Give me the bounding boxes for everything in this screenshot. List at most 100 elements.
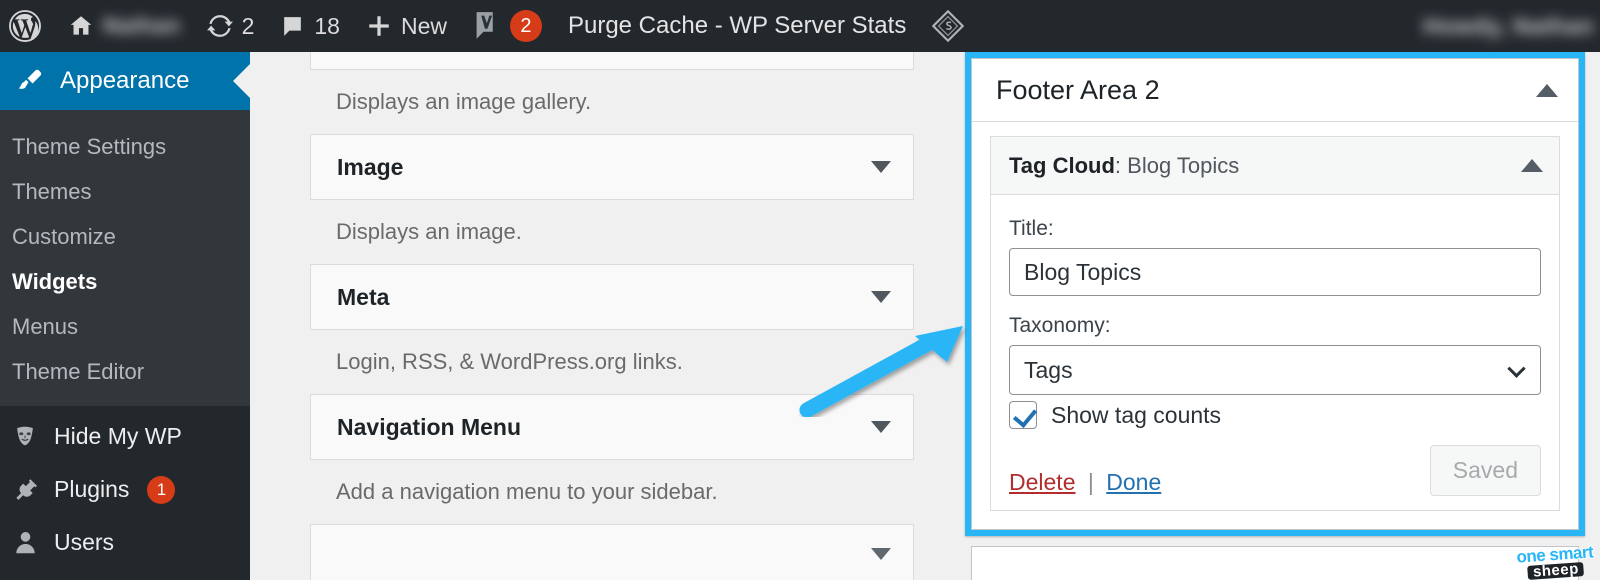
adminbar-wp-logo[interactable] bbox=[0, 0, 55, 52]
sidebar-item-plugins[interactable]: Plugins 1 bbox=[0, 463, 250, 516]
user-icon bbox=[10, 528, 40, 558]
adminbar-comments[interactable]: 18 bbox=[267, 0, 353, 52]
appearance-submenu: Theme Settings Themes Customize Widgets … bbox=[0, 110, 250, 406]
yoast-count-badge: 2 bbox=[509, 10, 542, 42]
plus-icon bbox=[369, 16, 389, 36]
adminbar-updates[interactable]: 2 bbox=[194, 0, 268, 52]
submenu-label: Customize bbox=[12, 223, 116, 249]
sidebar-label: Users bbox=[54, 529, 115, 555]
refresh-icon bbox=[206, 15, 233, 37]
sidebar-lower-menu: Hide My WP Plugins 1 Users bbox=[0, 406, 250, 569]
anonymous-mask-icon bbox=[10, 422, 40, 452]
sidebar-item-widgets[interactable]: Widgets bbox=[0, 259, 250, 304]
widget-description: Add a navigation menu to your sidebar. bbox=[336, 479, 718, 504]
widget-description: Displays an image. bbox=[336, 219, 522, 244]
widget-box-image[interactable]: Image bbox=[310, 134, 914, 200]
sidebar-appearance-label: Appearance bbox=[60, 67, 190, 94]
widget-settings-form: Title: Taxonomy: Tags Show tag bbox=[991, 195, 1559, 510]
available-widgets-column: Displays an image gallery. Image Display… bbox=[250, 52, 960, 580]
sidebar-active-notch bbox=[233, 64, 250, 98]
chevron-down-icon[interactable] bbox=[871, 548, 891, 560]
widget-card-tag-cloud: Tag Cloud: Blog Topics Title: Taxonomy: … bbox=[990, 136, 1560, 511]
sidebar-item-theme-settings[interactable]: Theme Settings bbox=[0, 124, 250, 169]
adminbar-yoast[interactable]: 2 bbox=[460, 0, 555, 52]
link-separator: | bbox=[1087, 469, 1094, 495]
widget-title: Image bbox=[337, 153, 404, 180]
submenu-label: Themes bbox=[12, 178, 92, 204]
paintbrush-icon bbox=[18, 69, 42, 89]
taxonomy-selected-value: Tags bbox=[1024, 356, 1073, 383]
wordpress-logo-icon bbox=[9, 10, 41, 42]
admin-bar: Nathan 2 18 New 2 Purge Cache - WP Serve… bbox=[0, 0, 1600, 52]
sidebar-item-users[interactable]: Users bbox=[0, 516, 250, 569]
save-button[interactable]: Saved bbox=[1429, 445, 1541, 496]
watermark: one smart sheep bbox=[1515, 541, 1595, 580]
taxonomy-select-wrapper[interactable]: Tags bbox=[1009, 345, 1541, 395]
widget-card-label: Tag Cloud: Blog Topics bbox=[1009, 153, 1239, 179]
submenu-label: Theme Editor bbox=[12, 358, 145, 384]
sidebar-item-menus[interactable]: Menus bbox=[0, 304, 250, 349]
purge-cache-label: Purge Cache - WP Server Stats bbox=[567, 12, 907, 39]
panel-header[interactable]: Footer Area 2 bbox=[972, 59, 1578, 122]
footer-area-2-panel: Footer Area 2 Tag Cloud: Blog Topics Tit… bbox=[971, 58, 1579, 530]
triangle-up-icon[interactable] bbox=[1521, 159, 1543, 172]
delete-link[interactable]: Delete bbox=[1009, 469, 1075, 495]
adminbar-security[interactable] bbox=[919, 0, 977, 52]
widget-footer-links: Delete | Done bbox=[1009, 469, 1161, 496]
widget-card-header[interactable]: Tag Cloud: Blog Topics bbox=[991, 137, 1559, 195]
adminbar-site-name[interactable]: Nathan bbox=[55, 0, 194, 52]
sucuri-diamond-icon bbox=[932, 10, 965, 42]
chevron-down-icon[interactable] bbox=[871, 161, 891, 173]
taxonomy-select[interactable]: Tags bbox=[1009, 345, 1541, 395]
widget-box-partial-next[interactable] bbox=[310, 524, 914, 580]
sidebar-item-customize[interactable]: Customize bbox=[0, 214, 250, 259]
widget-description: Displays an image gallery. bbox=[336, 89, 592, 114]
sidebar-panel-partial-below[interactable] bbox=[971, 546, 1579, 580]
sidebar-label: Plugins bbox=[54, 476, 130, 502]
show-tag-counts-checkbox[interactable] bbox=[1009, 401, 1037, 429]
widget-type-label: Tag Cloud bbox=[1009, 152, 1115, 178]
updates-count: 2 bbox=[241, 12, 255, 39]
sidebars-column: Footer Area 2 Tag Cloud: Blog Topics Tit… bbox=[960, 52, 1600, 580]
submenu-label: Widgets bbox=[12, 268, 98, 294]
new-label: New bbox=[400, 12, 447, 39]
widget-box-partial-gallery[interactable] bbox=[310, 52, 914, 70]
submenu-label: Theme Settings bbox=[12, 133, 167, 159]
site-name-blurred: Nathan bbox=[103, 13, 181, 38]
comment-bubble-icon bbox=[284, 16, 302, 36]
widget-box-meta[interactable]: Meta bbox=[310, 264, 914, 330]
title-input[interactable] bbox=[1009, 248, 1541, 296]
done-link[interactable]: Done bbox=[1106, 469, 1161, 495]
show-tag-counts-row[interactable]: Show tag counts bbox=[1009, 401, 1541, 429]
widget-title: Navigation Menu bbox=[337, 413, 522, 440]
widget-label-separator: : bbox=[1114, 152, 1128, 178]
title-field-label: Title: bbox=[1009, 217, 1054, 240]
triangle-up-icon[interactable] bbox=[1536, 83, 1558, 97]
home-icon bbox=[70, 16, 92, 35]
sidebar-item-themes[interactable]: Themes bbox=[0, 169, 250, 214]
submenu-label: Menus bbox=[12, 313, 79, 339]
watermark-line2: sheep bbox=[1527, 560, 1585, 580]
yoast-seo-icon bbox=[476, 12, 493, 39]
adminbar-my-account[interactable]: Howdy, Nathan bbox=[1423, 0, 1600, 52]
adminbar-purge-cache[interactable]: Purge Cache - WP Server Stats bbox=[555, 0, 919, 52]
taxonomy-field-label: Taxonomy: bbox=[1009, 314, 1111, 337]
widget-title: Meta bbox=[337, 283, 390, 310]
sidebar-item-appearance[interactable]: Appearance bbox=[0, 52, 250, 110]
widget-footer: Delete | Done Saved bbox=[1009, 441, 1541, 496]
adminbar-new[interactable]: New bbox=[353, 0, 460, 52]
admin-sidebar: Appearance Theme Settings Themes Customi… bbox=[0, 52, 250, 580]
sidebar-item-hide-my-wp[interactable]: Hide My WP bbox=[0, 410, 250, 463]
chevron-down-icon[interactable] bbox=[871, 421, 891, 433]
annotation-highlight-box: Footer Area 2 Tag Cloud: Blog Topics Tit… bbox=[965, 52, 1585, 536]
plug-icon bbox=[10, 475, 40, 505]
howdy-blurred: Howdy, Nathan bbox=[1423, 12, 1594, 39]
chevron-down-icon[interactable] bbox=[871, 291, 891, 303]
plugins-update-badge: 1 bbox=[147, 475, 176, 504]
show-tag-counts-label: Show tag counts bbox=[1051, 401, 1222, 428]
screen-root: Nathan 2 18 New 2 Purge Cache - WP Serve… bbox=[0, 0, 1600, 580]
sidebar-label: Hide My WP bbox=[54, 423, 182, 449]
sidebar-item-theme-editor[interactable]: Theme Editor bbox=[0, 349, 250, 394]
annotation-arrow-icon bbox=[799, 326, 963, 417]
